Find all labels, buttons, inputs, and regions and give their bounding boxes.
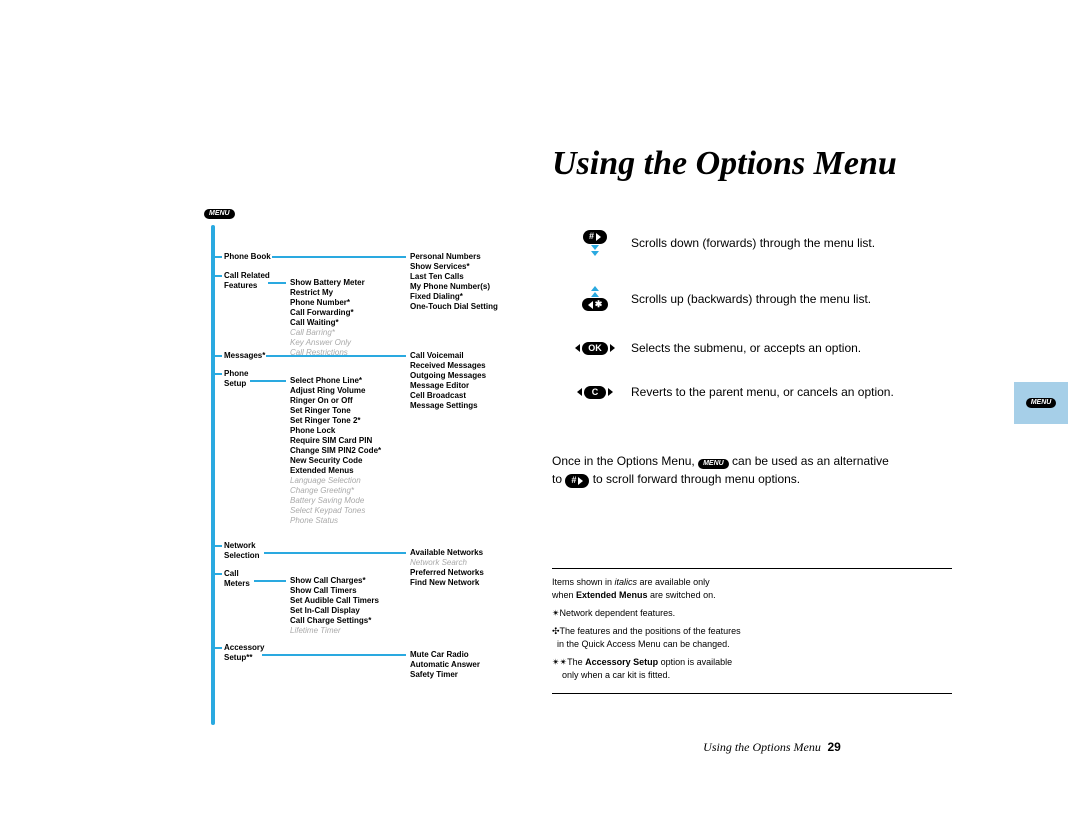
tree-stem bbox=[211, 225, 215, 725]
legend-text: Scrolls down (forwards) through the menu… bbox=[631, 236, 875, 250]
ok-icon: OK bbox=[575, 342, 615, 356]
legend-row-ok: OK Selects the submenu, or accepts an op… bbox=[575, 341, 1035, 355]
tree-l1-crf: Call RelatedFeatures bbox=[224, 271, 270, 291]
tree-l2-phonesetup: Select Phone Line*Adjust Ring VolumeRing… bbox=[290, 376, 381, 526]
menu-icon: MENU bbox=[698, 459, 729, 469]
star-up-icon: ✱ bbox=[582, 286, 609, 312]
tree-l1-phonesetup: PhoneSetup bbox=[224, 369, 248, 389]
legend-text: Scrolls up (backwards) through the menu … bbox=[631, 292, 871, 306]
tree-l2-crf: Show Battery MeterRestrict MyPhone Numbe… bbox=[290, 278, 365, 358]
footer-label: Using the Options Menu bbox=[703, 740, 821, 754]
tree-l1-network: NetworkSelection bbox=[224, 541, 260, 561]
key-legend: # Scrolls down (forwards) through the me… bbox=[575, 230, 1035, 429]
tree-l3-accessory: Mute Car RadioAutomatic AnswerSafety Tim… bbox=[410, 650, 480, 680]
menu-icon: MENU bbox=[204, 209, 235, 219]
tree-l1-accessory: AccessorySetup** bbox=[224, 643, 264, 663]
c-icon: C bbox=[577, 386, 614, 400]
legend-text: Reverts to the parent menu, or cancels a… bbox=[631, 385, 894, 399]
tree-l1-phonebook: Phone Book bbox=[224, 252, 271, 262]
legend-row-up: ✱ Scrolls up (backwards) through the men… bbox=[575, 286, 1035, 312]
body-paragraph: Once in the Options Menu, MENU can be us… bbox=[552, 452, 992, 488]
tree-l1-messages: Messages* bbox=[224, 351, 265, 361]
notes-box: Items shown in italics are available onl… bbox=[552, 568, 952, 694]
page-footer: Using the Options Menu 29 bbox=[552, 740, 992, 755]
tree-l1-callmeters: CallMeters bbox=[224, 569, 250, 589]
tree-l3-phonebook: Personal NumbersShow Services*Last Ten C… bbox=[410, 252, 498, 312]
hash-down-icon: # bbox=[583, 230, 607, 256]
legend-row-c: C Reverts to the parent menu, or cancels… bbox=[575, 385, 1035, 399]
page-number: 29 bbox=[827, 740, 840, 754]
legend-row-down: # Scrolls down (forwards) through the me… bbox=[575, 230, 1035, 256]
tree-l2-callmeters: Show Call Charges*Show Call TimersSet Au… bbox=[290, 576, 379, 636]
hash-key-icon: # bbox=[565, 474, 589, 488]
page-title: Using the Options Menu bbox=[552, 145, 897, 183]
tree-l3-network: Available Networks Network Search Prefer… bbox=[410, 548, 484, 588]
tree-l3-messages: Call VoicemailReceived MessagesOutgoing … bbox=[410, 351, 486, 411]
legend-text: Selects the submenu, or accepts an optio… bbox=[631, 341, 861, 355]
